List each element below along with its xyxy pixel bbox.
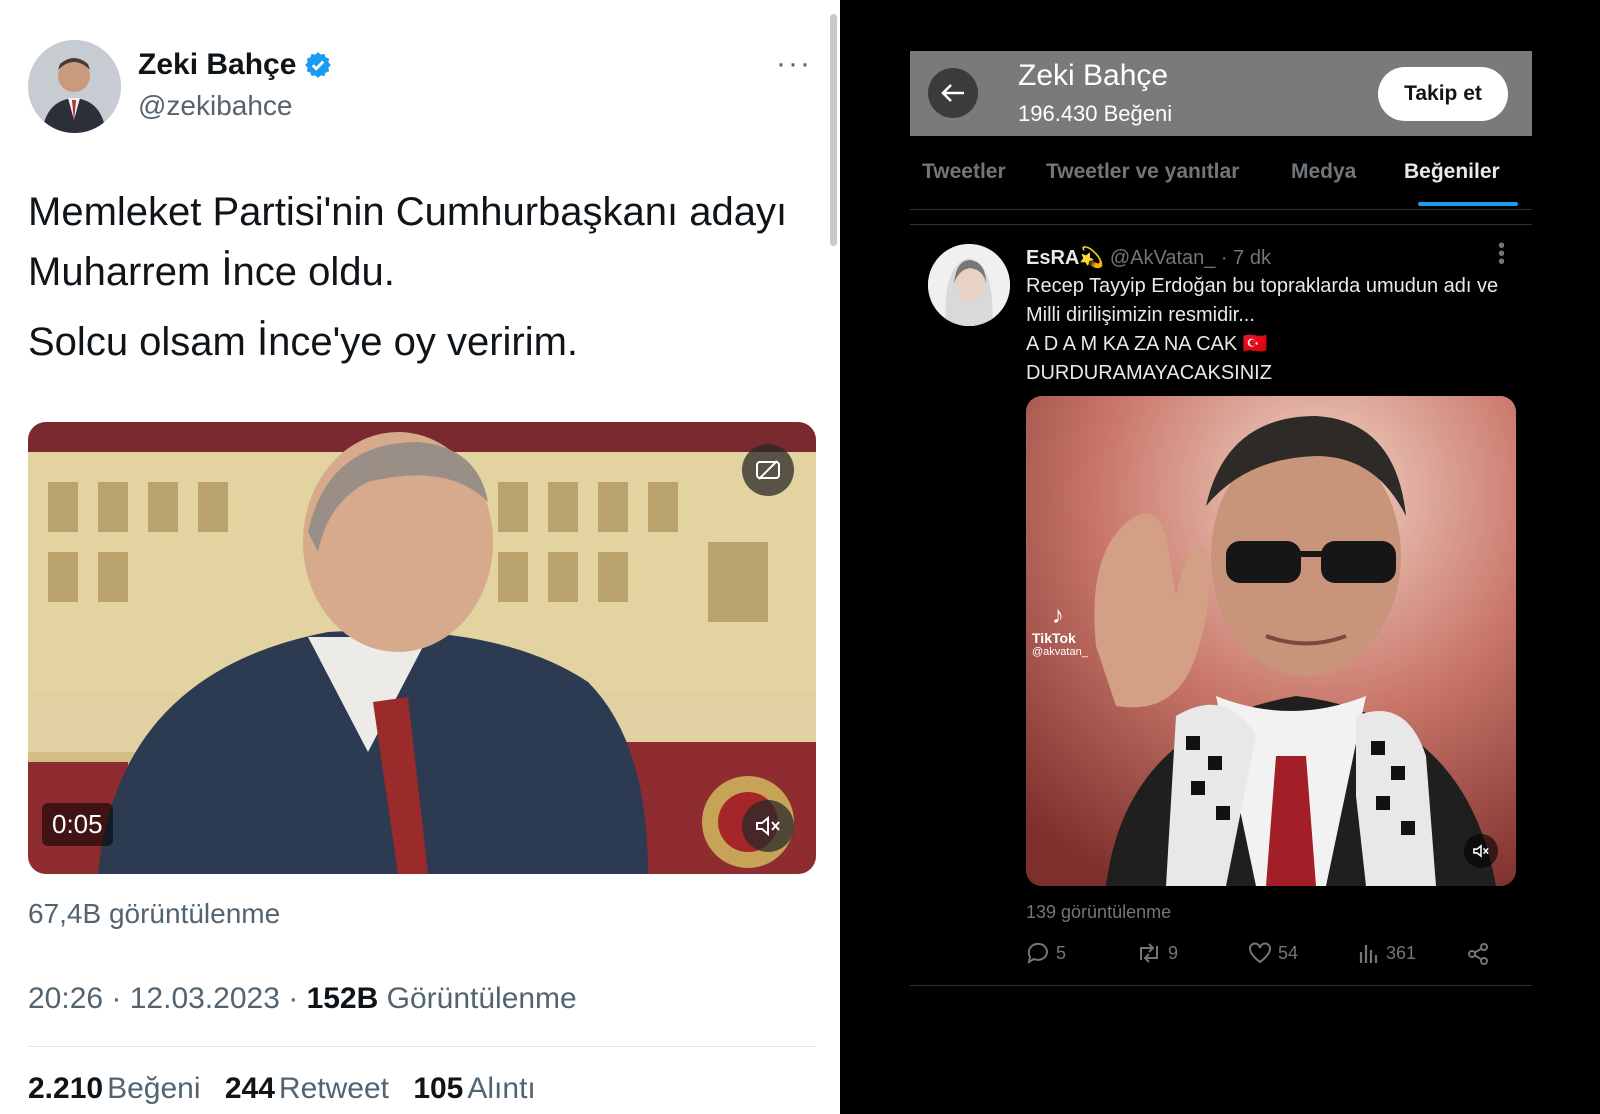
reply-count: 5	[1056, 942, 1067, 963]
author-name-text[interactable]: Zeki Bahçe	[138, 48, 296, 82]
retweets-count[interactable]: 244	[225, 1072, 275, 1105]
quotes-label[interactable]: Alıntı	[467, 1072, 535, 1105]
tab-tweets-and-replies[interactable]: Tweetler ve yanıtlar	[1046, 160, 1239, 184]
avatar[interactable]	[28, 40, 121, 133]
retweet-icon	[1140, 943, 1158, 963]
tab-media[interactable]: Medya	[1291, 160, 1356, 184]
analytics-icon	[1359, 945, 1378, 963]
like-button[interactable]: 54	[1248, 942, 1298, 964]
tweet-view-count: 139 görüntülenme	[1026, 902, 1172, 922]
more-options-icon[interactable]: ···	[776, 49, 812, 79]
divider	[910, 209, 1532, 210]
tweet-text: Recep Tayyip Erdoğan bu topraklarda umud…	[1026, 272, 1526, 388]
reply-icon	[1027, 942, 1048, 964]
likes-count[interactable]: 2.210	[28, 1072, 103, 1105]
share-icon	[1468, 943, 1488, 965]
verified-badge-icon	[305, 52, 332, 78]
author-name[interactable]: Zeki Bahçe	[138, 48, 332, 82]
reply-button[interactable]: 5	[1026, 942, 1066, 964]
arrow-left-icon	[941, 84, 964, 102]
more-options-icon[interactable]: • • •	[1498, 236, 1505, 272]
avatar[interactable]	[928, 244, 1010, 326]
profile-title: Zeki Bahçe	[1018, 59, 1169, 92]
tweet-actions: 5 9 54 361	[1026, 942, 1506, 972]
analytics-button[interactable]: 361	[1358, 942, 1416, 964]
quotes-count[interactable]: 105	[413, 1072, 463, 1105]
retweet-button[interactable]: 9	[1136, 942, 1178, 964]
total-views-count: 152B	[306, 982, 379, 1015]
divider	[910, 985, 1532, 986]
left-tweet-screenshot: Zeki Bahçe @zekibahce ··· Memleket Parti…	[0, 0, 840, 1114]
profile-tabs: Tweetler Tweetler ve yanıtlar Medya Beğe…	[910, 150, 1532, 210]
tweet-text-line2: A D A M KA ZA NA CAK 🇹🇷	[1026, 333, 1268, 355]
tiktok-label: TikTok	[1032, 630, 1076, 646]
tab-likes[interactable]: Beğeniler	[1404, 160, 1500, 184]
author-handle[interactable]: @zekibahce	[138, 90, 293, 122]
handle-and-time[interactable]: @AkVatan_ · 7 dk	[1110, 247, 1271, 269]
tweet-text-line2: Solcu olsam İnce'ye oy veririm.	[28, 320, 579, 364]
video-timestamp: 0:05	[42, 803, 113, 846]
tiktok-watermark: ♪ TikTok @akvatan_	[1032, 602, 1088, 658]
mute-icon[interactable]	[742, 800, 794, 852]
tweet-author[interactable]: EsRA💫 @AkVatan_ · 7 dk	[1026, 245, 1271, 270]
display-name[interactable]: EsRA💫	[1026, 247, 1104, 269]
tweet-text-line1: Memleket Partisi'nin Cumhurbaşkanı adayı…	[28, 190, 788, 294]
profile-likes-count: 196.430 Beğeni	[1018, 101, 1173, 126]
retweets-label[interactable]: Retweet	[279, 1072, 389, 1105]
share-button[interactable]	[1466, 942, 1490, 966]
engagement-stats: 2.210 Beğeni 244 Retweet 105 Alıntı	[28, 1072, 536, 1106]
divider	[28, 1046, 816, 1047]
analytics-count: 361	[1386, 942, 1417, 963]
tweet-video[interactable]: 0:05	[28, 422, 816, 874]
tweet-text-line3: DURDURAMAYACAKSINIZ	[1026, 362, 1272, 384]
tweet-timestamp[interactable]: 20:26 · 12.03.2023 ·	[28, 982, 298, 1015]
back-button[interactable]	[928, 68, 978, 118]
captions-icon[interactable]	[742, 444, 794, 496]
like-count: 54	[1278, 942, 1299, 963]
right-profile-screenshot: Zeki Bahçe 196.430 Beğeni Takip et Tweet…	[848, 0, 1600, 1114]
active-tab-indicator	[1418, 202, 1518, 206]
likes-label[interactable]: Beğeni	[107, 1072, 200, 1105]
tweet-text-line1: Recep Tayyip Erdoğan bu topraklarda umud…	[1026, 275, 1499, 326]
tab-tweets[interactable]: Tweetler	[922, 160, 1006, 184]
follow-button[interactable]: Takip et	[1378, 67, 1508, 121]
profile-header: Zeki Bahçe 196.430 Beğeni Takip et	[910, 51, 1532, 136]
scrollbar[interactable]	[830, 14, 837, 246]
tiktok-icon: ♪	[1052, 602, 1064, 629]
tweet-meta: 20:26 · 12.03.2023 · 152B Görüntülenme	[28, 982, 577, 1016]
video-view-count: 67,4B görüntülenme	[28, 898, 281, 929]
retweet-count: 9	[1168, 942, 1179, 963]
tweet-media-video[interactable]: ♪ TikTok @akvatan_	[1026, 396, 1516, 886]
video-frame	[28, 422, 816, 874]
heart-icon	[1249, 942, 1271, 964]
total-views-label: Görüntülenme	[386, 982, 577, 1015]
divider	[910, 224, 1532, 225]
media-frame	[1026, 396, 1516, 886]
tiktok-handle: @akvatan_	[1032, 646, 1088, 658]
mute-icon[interactable]	[1464, 834, 1498, 868]
